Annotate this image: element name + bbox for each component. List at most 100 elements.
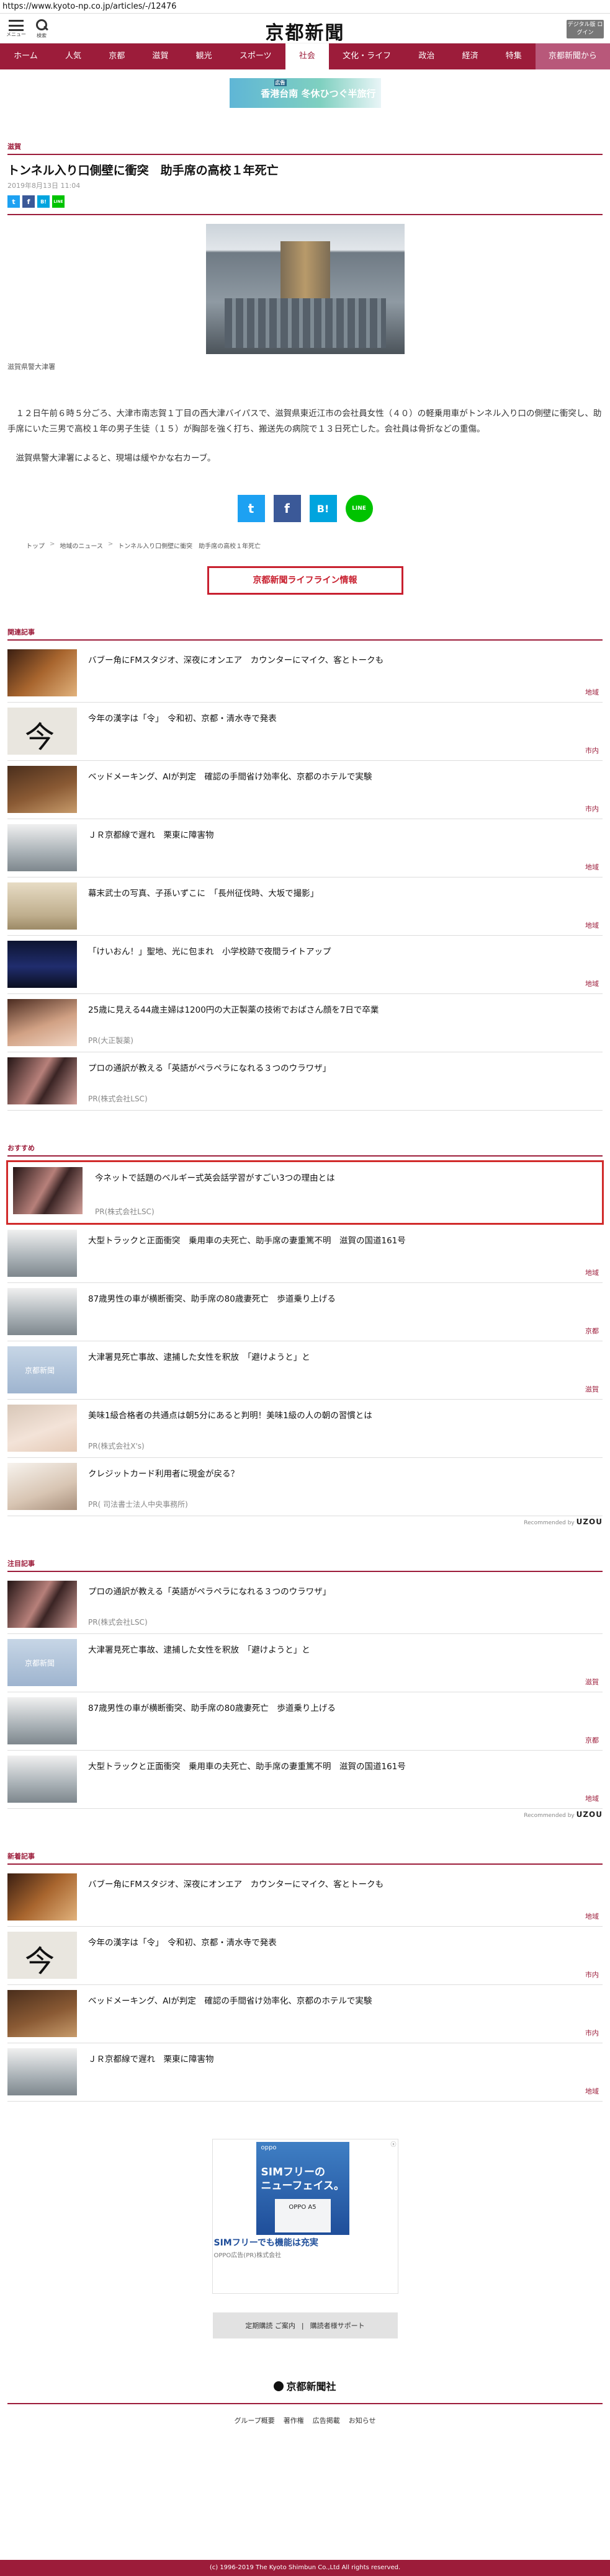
breadcrumb-local[interactable]: 地域のニュース — [60, 541, 103, 550]
nav-politics[interactable]: 政治 — [405, 43, 448, 69]
nav-tourism[interactable]: 観光 — [182, 43, 226, 69]
article-paragraph: 滋賀県警大津署によると、現場は緩やかな右カーブ。 — [16, 453, 216, 463]
list-item[interactable]: ベッドメーキング、AIが判定 確認の手間省け効率化、京都のホテルで実験 市内 — [7, 761, 603, 819]
search-button[interactable]: 検索 — [35, 17, 48, 39]
list-item[interactable]: ベッドメーキング、AIが判定 確認の手間省け効率化、京都のホテルで実験 市内 — [7, 1985, 603, 2043]
site-header: メニュー 検索 京都新聞 デジタル版 ログイン — [0, 14, 610, 45]
list-item[interactable]: 今年の漢字は「令」 令和初、京都・清水寺で発表市内 — [7, 703, 603, 761]
hatena-share-button[interactable]: B! — [309, 495, 337, 522]
subscriber-support-link[interactable]: 購読者様サポート — [310, 2321, 365, 2330]
copyright-bar: (c) 1996-2019 The Kyoto Shimbun Co.,Ltd … — [0, 2560, 610, 2576]
top-ad-banner[interactable]: 広告 香港台南 冬休ひつぐ半旅行 — [229, 78, 381, 108]
breadcrumb-current: トンネル入り口側壁に衝突 助手席の高校１年死亡 — [118, 543, 261, 550]
subscription-info-link[interactable]: 定期購読 ご案内 — [245, 2321, 295, 2330]
list-item[interactable]: ＪＲ京都線で遅れ 栗東に障害物 地域 — [7, 2043, 603, 2102]
list-item[interactable]: 今年の漢字は「令」 令和初、京都・清水寺で発表市内 — [7, 1927, 603, 1985]
article-photo — [205, 224, 405, 354]
thumbnail — [7, 766, 77, 813]
facebook-share-button[interactable]: f — [273, 495, 301, 522]
twitter-icon[interactable]: t — [7, 195, 20, 208]
uzou-logo: UZOU — [576, 1810, 603, 1819]
ad-close-icon[interactable]: ⓧ — [390, 2140, 396, 2148]
hatena-icon[interactable]: B! — [37, 195, 50, 208]
photo-caption: 滋賀県警大津署 — [7, 363, 55, 371]
nav-sports[interactable]: スポーツ — [226, 43, 285, 69]
list-item[interactable]: 大型トラックと正面衝突 乗用車の夫死亡、助手席の妻重篤不明 滋賀の国道161号地… — [7, 1751, 603, 1809]
thumbnail — [7, 1288, 77, 1335]
article-body: １２日午前６時５分ごろ、大津市南志賀１丁目の西大津バイパスで、滋賀県東近江市の会… — [7, 406, 603, 466]
facebook-icon[interactable]: f — [22, 195, 35, 208]
footer-link-ads[interactable]: 広告掲載 — [313, 2415, 340, 2425]
hamburger-icon — [9, 20, 24, 31]
menu-button[interactable]: メニュー — [6, 17, 26, 39]
list-item[interactable]: 「けいおん！」聖地、光に包まれ 小学校跡で夜間ライトアップ 地域 — [7, 936, 603, 994]
nav-popular[interactable]: 人気 — [52, 43, 95, 69]
line-share-button[interactable]: LINE — [345, 495, 373, 522]
list-item[interactable]: 大型トラックと正面衝突 乗用車の夫死亡、助手席の妻重篤不明 滋賀の国道161号地… — [7, 1225, 603, 1283]
site-logo[interactable]: 京都新聞 — [266, 17, 345, 45]
ad-creative: oppo SIMフリーの ニューフェイス。 OPPO A5 — [256, 2142, 349, 2235]
list-item[interactable]: 大津署見死亡事故、逮捕した女性を釈放 「避けようと」と滋賀 — [7, 1634, 603, 1692]
article-paragraph: １２日午前６時５分ごろ、大津市南志賀１丁目の西大津バイパスで、滋賀県東近江市の会… — [7, 409, 602, 434]
thumbnail — [7, 1057, 77, 1104]
footer-link-notice[interactable]: お知らせ — [349, 2415, 376, 2425]
list-item[interactable]: 25歳に見える44歳主婦は1200円の大正製薬の技術でおばさん顔を7日で卒業 PR… — [7, 994, 603, 1052]
list-item[interactable]: 美味1級合格者の共通点は朝5分にあると判明！美味1級の人の朝の習慣とは PR(株式… — [7, 1400, 603, 1458]
article-title: トンネル入り口側壁に衝突 助手席の高校１年死亡 — [7, 164, 279, 177]
thumbnail — [7, 1697, 77, 1744]
attention-heading: 注目記事 — [7, 1558, 603, 1572]
thumbnail — [7, 882, 77, 930]
nav-culture[interactable]: 文化・ライフ — [329, 43, 405, 69]
list-item[interactable]: 大津署見死亡事故、逮捕した女性を釈放 「避けようと」と滋賀 — [7, 1341, 603, 1400]
list-item[interactable]: 87歳男性の車が横断衝突、助手席の80歳妻死亡 歩道乗り上げる 京都 — [7, 1692, 603, 1751]
url-bar[interactable]: https://www.kyoto-np.co.jp/articles/-/12… — [0, 0, 610, 14]
thumbnail — [7, 941, 77, 988]
breadcrumb-top[interactable]: トップ — [26, 541, 45, 550]
uzou-logo: UZOU — [576, 1517, 603, 1526]
digital-login-button[interactable]: デジタル版 ログイン — [567, 20, 604, 38]
nav-home[interactable]: ホーム — [0, 43, 52, 69]
nav-kyoto[interactable]: 京都 — [95, 43, 138, 69]
footer-link-group[interactable]: グループ概要 — [234, 2415, 274, 2425]
list-item[interactable]: ＪＲ京都線で遅れ 栗東に障害物 地域 — [7, 819, 603, 877]
twitter-share-button[interactable]: t — [237, 495, 265, 522]
thumbnail — [7, 649, 77, 696]
share-row-small: t f B! LINE — [7, 195, 603, 208]
menu-label: メニュー — [6, 32, 26, 37]
recommend-list: 今ネットで話題のベルギー式英会話学習がすごい3つの理由とは PR(株式会社LSC)… — [6, 1160, 604, 1516]
nav-features[interactable]: 特集 — [492, 43, 536, 69]
list-item[interactable]: 87歳男性の車が横断衝突、助手席の80歳妻死亡 歩道乗り上げる 京都 — [7, 1283, 603, 1341]
thumbnail — [7, 1463, 77, 1510]
title-divider — [7, 214, 603, 215]
phone-image: OPPO A5 — [274, 2199, 331, 2232]
list-item[interactable]: プロの通訳が教える「英語がペラペラになれる３つのウラワザ」 PR(株式会社LSC) — [7, 1576, 603, 1634]
list-item[interactable]: バブー角にFMスタジオ、深夜にオンエア カウンターにマイク、客とトークも 地域 — [7, 1868, 603, 1927]
list-item[interactable]: プロの通訳が教える「英語がペラペラになれる３つのウラワザ」 PR(株式会社LSC) — [7, 1052, 603, 1111]
thumbnail — [7, 708, 77, 756]
latest-heading: 新着記事 — [7, 1851, 603, 1865]
line-icon[interactable]: LINE — [52, 195, 65, 208]
list-item[interactable]: クレジットカード利用者に現金が戻る？ PR( 司法書士法人中央事務所) — [7, 1458, 603, 1516]
ad-advertiser: OPPO広告(PR)株式会社 — [213, 2252, 282, 2259]
nav-economy[interactable]: 経済 — [448, 43, 491, 69]
related-list: バブー角にFMスタジオ、深夜にオンエア カウンターにマイク、客とトークも 地域 今… — [7, 644, 603, 1111]
thumbnail — [7, 999, 77, 1046]
nav-shiga[interactable]: 滋賀 — [138, 43, 182, 69]
oppo-ad[interactable]: ⓧ oppo SIMフリーの ニューフェイス。 OPPO A5 SIMフリーでも… — [212, 2139, 398, 2294]
list-item[interactable]: 今ネットで話題のベルギー式英会話学習がすごい3つの理由とは PR(株式会社LSC) — [6, 1160, 604, 1225]
nav-from-paper[interactable]: 京都新聞から — [535, 43, 610, 69]
list-item[interactable]: バブー角にFMスタジオ、深夜にオンエア カウンターにマイク、客とトークも 地域 — [7, 644, 603, 703]
main-nav: ホーム 人気 京都 滋賀 観光 スポーツ 社会 文化・ライフ 政治 経済 特集 … — [0, 43, 610, 69]
thumbnail — [7, 1639, 77, 1686]
thumbnail — [7, 1873, 77, 1921]
list-item[interactable]: 幕末武士の写真、子孫いずこに 「長州征伐時、大坂で撮影」 地域 — [7, 877, 603, 936]
search-label: 検索 — [37, 33, 47, 38]
thumbnail — [7, 1990, 77, 2037]
footer-link-copyright[interactable]: 著作権 — [284, 2415, 304, 2425]
recommend-heading: おすすめ — [7, 1143, 603, 1157]
recommended-by: Recommended by UZOU — [524, 1810, 603, 1819]
footer-links: グループ概要 著作権 広告掲載 お知らせ — [0, 2415, 610, 2425]
nav-society[interactable]: 社会 — [285, 43, 329, 69]
lifeline-button[interactable]: 京都新聞ライフライン情報 — [207, 566, 403, 595]
attention-list: プロの通訳が教える「英語がペラペラになれる３つのウラワザ」 PR(株式会社LSC)… — [7, 1576, 603, 1809]
